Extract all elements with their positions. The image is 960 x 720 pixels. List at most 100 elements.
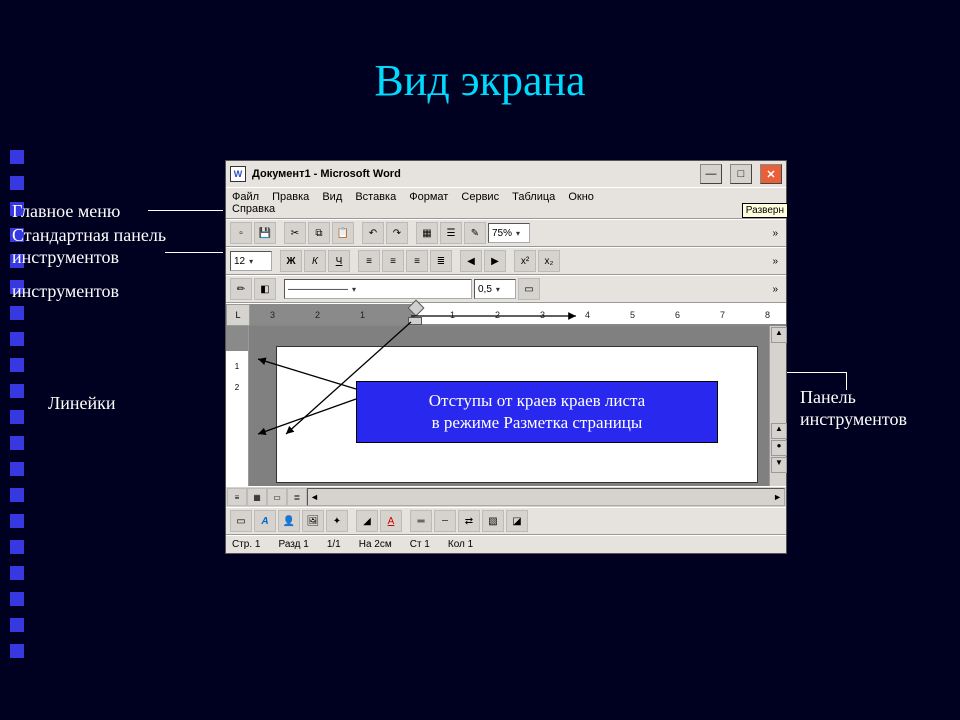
italic-button[interactable]: К [304, 250, 326, 272]
label-std-toolbar-2: инструментов [12, 246, 119, 268]
shadow-icon[interactable]: ▧ [482, 510, 504, 532]
normal-view-icon[interactable]: ≡ [227, 488, 247, 506]
menu-view[interactable]: Вид [322, 191, 342, 203]
word-icon: W [230, 166, 246, 182]
toolbar-more-icon[interactable]: » [768, 284, 782, 295]
pointer-line [165, 252, 223, 253]
draw-table-icon[interactable]: ✏ [230, 278, 252, 300]
autoshapes-icon[interactable]: A [254, 510, 276, 532]
document-area: 1 2 ▲ ▲ ● ▼ Отступы от краев краев листа… [226, 326, 786, 486]
outline-view-icon[interactable]: ≣ [287, 488, 307, 506]
label-right-2: инструментов [800, 408, 907, 430]
table-icon[interactable]: ▦ [416, 222, 438, 244]
save-icon[interactable]: 💾 [254, 222, 276, 244]
pointer-line [846, 372, 847, 390]
zoom-combo[interactable]: 75% [488, 223, 530, 243]
subscript-icon[interactable]: x₂ [538, 250, 560, 272]
align-center-icon[interactable]: ≡ [382, 250, 404, 272]
browse-object-icon[interactable]: ● [771, 440, 787, 456]
toolbar-more-icon[interactable]: » [768, 228, 782, 239]
minimize-button[interactable]: — [700, 164, 722, 184]
bold-button[interactable]: Ж [280, 250, 302, 272]
left-indent-marker[interactable] [408, 317, 422, 325]
wordart-icon[interactable]: ✦ [326, 510, 348, 532]
line-weight-combo[interactable]: 0,5 [474, 279, 516, 299]
copy-icon[interactable]: ⧉ [308, 222, 330, 244]
drawing-icon[interactable]: ✎ [464, 222, 486, 244]
menu-help[interactable]: Справка [232, 203, 275, 215]
formatting-toolbar: 12 Ж К Ч ≡ ≡ ≡ ≣ ◀ ▶ x² x₂ » [226, 247, 786, 275]
label-rulers: Линейки [48, 392, 115, 414]
view-bar: ≡ ▦ ▭ ≣ ◄► [226, 486, 786, 507]
maximize-button[interactable]: □ [730, 164, 752, 184]
close-button[interactable]: ✕ [760, 164, 782, 184]
fill-color-icon[interactable]: ◢ [356, 510, 378, 532]
label-main-menu: Главное меню [12, 200, 120, 222]
menu-insert[interactable]: Вставка [355, 191, 396, 203]
line-color-icon[interactable]: A [380, 510, 402, 532]
status-page: Стр. 1 [232, 539, 260, 550]
drawing-toolbar: ▭ A 👤 🖼 ✦ ◢ A ═ ┄ ⇄ ▧ ◪ [226, 507, 786, 535]
insert-picture-icon[interactable]: 🖼 [302, 510, 324, 532]
status-position: На 2см [359, 539, 392, 550]
arrow-style-icon[interactable]: ⇄ [458, 510, 480, 532]
callout-box: Отступы от краев краев листа в режиме Ра… [356, 381, 718, 443]
align-right-icon[interactable]: ≡ [406, 250, 428, 272]
menu-tools[interactable]: Сервис [461, 191, 499, 203]
slide-title: Вид экрана [0, 0, 960, 106]
tooltip: Разверн [742, 203, 788, 218]
status-pages: 1/1 [327, 539, 341, 550]
callout-line1: Отступы от краев краев листа [367, 390, 707, 412]
indent-decrease-icon[interactable]: ◀ [460, 250, 482, 272]
menu-format[interactable]: Формат [409, 191, 448, 203]
underline-button[interactable]: Ч [328, 250, 350, 272]
insert-clipart-icon[interactable]: 👤 [278, 510, 300, 532]
fontsize-combo[interactable]: 12 [230, 251, 272, 271]
menu-table[interactable]: Таблица [512, 191, 555, 203]
ruler-row: L 3 2 1 1 2 3 4 5 6 7 8 [226, 303, 786, 326]
cut-icon[interactable]: ✂ [284, 222, 306, 244]
indent-increase-icon[interactable]: ▶ [484, 250, 506, 272]
vertical-scrollbar[interactable]: ▲ ▲ ● ▼ [769, 326, 786, 486]
paste-icon[interactable]: 📋 [332, 222, 354, 244]
scroll-up-icon[interactable]: ▲ [771, 327, 787, 343]
print-layout-view-icon[interactable]: ▭ [267, 488, 287, 506]
redo-icon[interactable]: ↷ [386, 222, 408, 244]
label-tools-word: инструментов [12, 280, 119, 302]
dash-style-icon[interactable]: ┄ [434, 510, 456, 532]
label-right-1: Панель [800, 386, 856, 408]
horizontal-scrollbar[interactable]: ◄► [307, 488, 785, 506]
menu-edit[interactable]: Правка [272, 191, 309, 203]
weblayout-view-icon[interactable]: ▦ [247, 488, 267, 506]
toolbar-more-icon[interactable]: » [768, 256, 782, 267]
status-col: Кол 1 [448, 539, 473, 550]
superscript-icon[interactable]: x² [514, 250, 536, 272]
columns-icon[interactable]: ☰ [440, 222, 462, 244]
undo-icon[interactable]: ↶ [362, 222, 384, 244]
tables-toolbar: ✏ ◧ ―――――― 0,5 ▭ » [226, 275, 786, 303]
pointer-line [148, 210, 223, 211]
callout-line2: в режиме Разметка страницы [367, 412, 707, 434]
status-section: Разд 1 [278, 539, 308, 550]
line-style-combo[interactable]: ―――――― [284, 279, 472, 299]
label-std-toolbar-1: Стандартная панель [12, 224, 166, 246]
word-window: W Документ1 - Microsoft Word — □ ✕ Разве… [225, 160, 787, 554]
border-color-icon[interactable]: ▭ [518, 278, 540, 300]
ruler-corner[interactable]: L [226, 304, 250, 326]
status-bar: Стр. 1 Разд 1 1/1 На 2см Ст 1 Кол 1 [226, 535, 786, 553]
eraser-icon[interactable]: ◧ [254, 278, 276, 300]
3d-icon[interactable]: ◪ [506, 510, 528, 532]
select-objects-icon[interactable]: ▭ [230, 510, 252, 532]
browse-prev-icon[interactable]: ▲ [771, 423, 787, 439]
vertical-ruler[interactable]: 1 2 [226, 326, 249, 486]
pointer-line [786, 372, 846, 373]
menu-file[interactable]: Файл [232, 191, 259, 203]
align-left-icon[interactable]: ≡ [358, 250, 380, 272]
align-justify-icon[interactable]: ≣ [430, 250, 452, 272]
browse-next-icon[interactable]: ▼ [771, 457, 787, 473]
line-style-icon[interactable]: ═ [410, 510, 432, 532]
titlebar: W Документ1 - Microsoft Word — □ ✕ [226, 161, 786, 187]
new-doc-icon[interactable]: ▫ [230, 222, 252, 244]
horizontal-ruler[interactable]: 3 2 1 1 2 3 4 5 6 7 8 [250, 304, 786, 324]
menu-window[interactable]: Окно [568, 191, 594, 203]
